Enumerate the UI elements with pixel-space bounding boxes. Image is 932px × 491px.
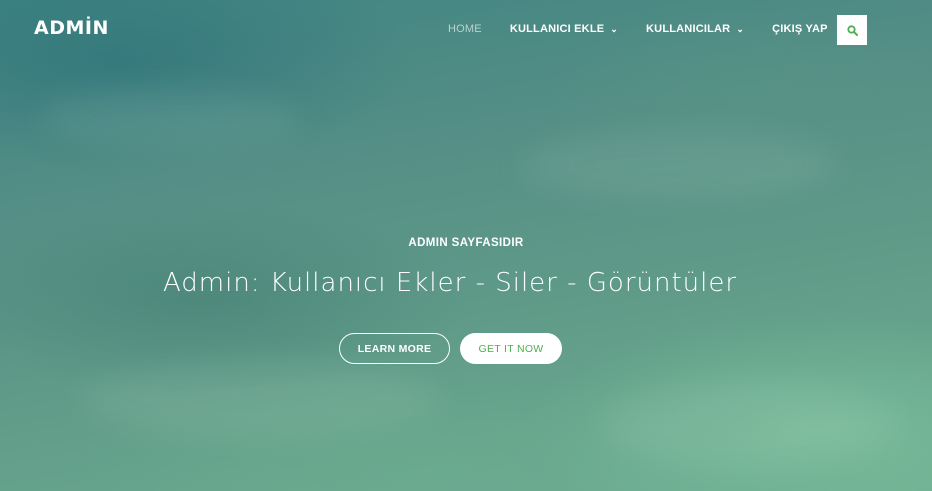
nav-item-kullanici-ekle[interactable]: KULLANICI EKLE ⌄ [510,23,618,35]
hero-kicker: ADMIN SAYFASIDIR [408,237,524,249]
cloud-decoration [600,380,900,470]
navbar: ADMİN HOME KULLANICI EKLE ⌄ KULLANICILAR… [0,0,932,60]
nav-item-label: ÇIKIŞ YAP [772,23,828,35]
hero-headline: Admin: Kullanıcı Ekler - Siler - Görüntü… [162,268,738,298]
nav-item-label: KULLANICI EKLE [509,23,605,35]
brand-logo[interactable]: ADMİN [34,17,109,39]
cloud-decoration [40,90,300,150]
cloud-decoration [80,360,440,440]
get-it-now-button[interactable]: GET IT NOW [460,333,562,364]
nav-item-logout[interactable]: ÇIKIŞ YAP [772,23,828,35]
chevron-down-icon: ⌄ [610,23,619,34]
cloud-decoration [520,130,840,200]
chevron-down-icon: ⌄ [736,23,745,34]
learn-more-button[interactable]: LEARN MORE [339,333,450,364]
search-icon [846,24,858,36]
nav-item-home[interactable]: HOME [448,23,482,35]
nav-item-kullanicilar[interactable]: KULLANICILAR ⌄ [646,23,744,35]
nav-menu: HOME KULLANICI EKLE ⌄ KULLANICILAR ⌄ ÇIK… [448,23,856,35]
search-button[interactable] [837,15,867,45]
nav-item-label: KULLANICILAR [646,23,731,35]
nav-item-label: HOME [448,23,482,35]
